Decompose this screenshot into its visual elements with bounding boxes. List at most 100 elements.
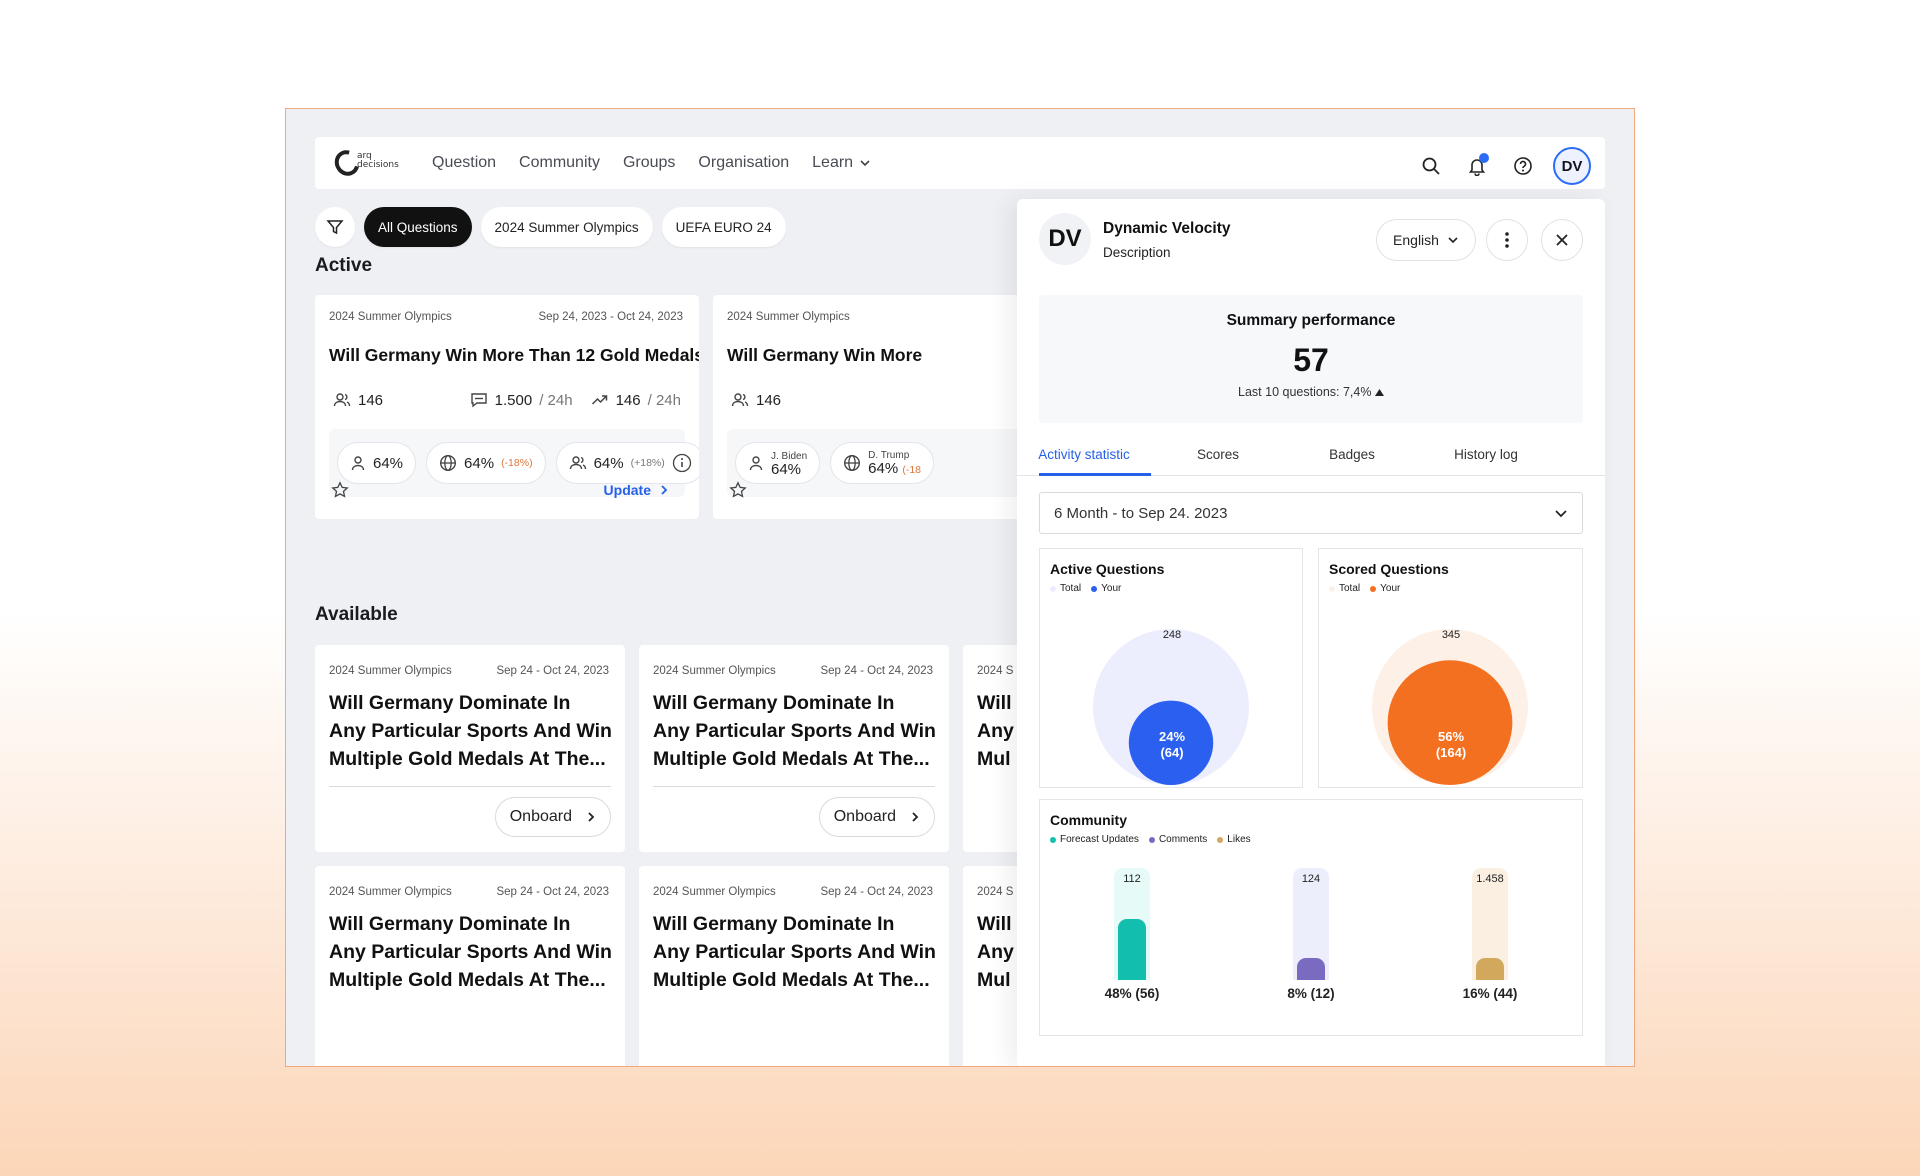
title-line: Will Germany Dominate In (329, 913, 571, 935)
onboard-label: Onboard (509, 808, 572, 825)
community-bar[interactable] (1297, 958, 1325, 980)
pill-value: 64% (593, 454, 624, 472)
prediction-pill-you[interactable]: 64% (337, 442, 417, 484)
onboard-button[interactable]: Onboard (818, 797, 935, 837)
community-bar[interactable] (1118, 919, 1146, 980)
nav-actions: DV (1415, 147, 1591, 185)
nav-links: Question Community Groups Organisation L… (432, 154, 871, 172)
user-avatar[interactable]: DV (1553, 147, 1591, 185)
legend-dot (1050, 585, 1056, 592)
community-card: Community Forecast Updates Comments Like… (1039, 799, 1583, 1036)
nav-link-question[interactable]: Question (432, 154, 496, 172)
prediction-pill-candidate[interactable]: D. Trump 64% (-18 (830, 442, 935, 484)
nav-link-learn[interactable]: Learn (812, 154, 871, 172)
nav-link-groups[interactable]: Groups (623, 154, 675, 172)
nav-link-community[interactable]: Community (519, 154, 600, 172)
card-category: 2024 S (977, 886, 1014, 898)
filter-chip-uefa-euro[interactable]: UEFA EURO 24 (661, 207, 786, 247)
card-title[interactable]: Will Germany Dominate In Any Particular S… (329, 689, 625, 773)
community-bar-label: 48% (56) (1104, 986, 1160, 1001)
panel-user-name: Dynamic Velocity (1103, 220, 1231, 237)
card-title[interactable]: Will Germany Dominate In Any Particular S… (653, 689, 949, 773)
language-value: English (1393, 232, 1439, 248)
community-bar[interactable] (1476, 958, 1504, 980)
divider (329, 786, 611, 787)
globe-icon (440, 454, 457, 472)
tab-history-log[interactable]: History log (1419, 439, 1553, 475)
title-line: Any Particular Sports And Win (653, 941, 936, 963)
title-line: Any Particular Sports And Win (653, 720, 936, 742)
notification-dot (1479, 153, 1489, 163)
available-question-card[interactable]: 2024 Summer Olympics Sep 24 - Oct 24, 202… (639, 645, 949, 852)
card-title[interactable]: Will Germany Dominate In Any Particular S… (329, 910, 625, 994)
tab-scores[interactable]: Scores (1151, 439, 1285, 475)
user-icon (749, 456, 763, 471)
star-icon[interactable] (729, 481, 747, 499)
card-dates: Sep 24 - Oct 24, 2023 (496, 886, 609, 898)
legend-forecast-updates: Forecast Updates (1050, 834, 1139, 845)
comment-icon (470, 393, 487, 408)
title-line: Multiple Gold Medals At The... (653, 748, 930, 770)
panel-tabs: Activity statistic Scores Badges History… (1017, 439, 1605, 476)
card-category: 2024 Summer Olympics (329, 665, 452, 677)
prediction-pill-candidate[interactable]: J. Biden 64% (735, 442, 821, 484)
tab-activity-statistic[interactable]: Activity statistic (1017, 439, 1151, 476)
update-label: Update (603, 482, 651, 498)
scored-questions-title: Scored Questions (1329, 561, 1449, 577)
more-options-button[interactable] (1486, 219, 1528, 261)
scored-questions-card: Scored Questions Total Your 345 56% (164) (1318, 548, 1583, 788)
legend-label: Comments (1158, 834, 1208, 845)
available-question-card[interactable]: 2024 Summer Olympics Sep 24 - Oct 24, 202… (315, 866, 625, 1066)
filter-button[interactable] (315, 207, 355, 247)
your-pct: 24% (1158, 729, 1186, 744)
legend-dot (1370, 585, 1377, 592)
community-bar-total: 1.458 (1476, 873, 1504, 885)
filter-chip-all-questions[interactable]: All Questions (364, 207, 472, 247)
legend-total: Total (1329, 583, 1360, 594)
title-line: Any Particular Sports And Win (329, 720, 612, 742)
onboard-button[interactable]: Onboard (494, 797, 611, 837)
prediction-pill-global[interactable]: 64% (-18%) (426, 442, 546, 484)
card-title[interactable]: Will Germany Win More Than 12 Gold Medal… (329, 345, 699, 366)
logo-text: arq decisions (357, 151, 399, 170)
section-title-available: Available (315, 604, 398, 625)
card-title[interactable]: Will Germany Dominate In Any Particular S… (653, 910, 949, 994)
legend-dot (1217, 836, 1224, 843)
chevron-right-icon (588, 812, 595, 822)
available-question-card[interactable]: 2024 Summer Olympics Sep 24 - Oct 24, 202… (315, 645, 625, 852)
community-bar-label: 8% (12) (1287, 986, 1335, 1001)
close-icon (1556, 234, 1568, 246)
close-button[interactable] (1541, 219, 1583, 261)
filter-chip-summer-olympics[interactable]: 2024 Summer Olympics (480, 207, 653, 247)
pill-value: 64% (464, 454, 495, 472)
bell-icon[interactable] (1461, 150, 1493, 182)
prediction-pill-community[interactable]: 64% (+18%) (555, 442, 699, 484)
title-line: Will Germany Dominate In (329, 692, 571, 714)
search-icon[interactable] (1415, 150, 1447, 182)
users-icon (333, 393, 351, 407)
active-questions-your-value: 24% (64) (1132, 729, 1212, 761)
profile-panel: DV Dynamic Velocity Description English … (1017, 199, 1605, 1066)
community-title: Community (1050, 812, 1127, 828)
legend-total: Total (1050, 583, 1081, 594)
available-question-card[interactable]: 2024 Summer Olympics Sep 24 - Oct 24, 202… (639, 866, 949, 1066)
active-question-card[interactable]: 2024 Summer Olympics Sep 24, 2023 - Oct 2… (315, 295, 699, 519)
language-select[interactable]: English (1376, 219, 1476, 261)
star-icon[interactable] (331, 481, 349, 499)
update-button[interactable]: Update (604, 482, 669, 498)
tab-badges[interactable]: Badges (1285, 439, 1419, 475)
card-meta: 2024 Summer Olympics (727, 311, 1017, 323)
nav-link-learn-label: Learn (812, 154, 854, 171)
card-meta: 2024 Summer Olympics Sep 24 - Oct 24, 202… (653, 886, 933, 898)
help-icon[interactable] (1507, 150, 1539, 182)
card-category: 2024 Summer Olympics (653, 886, 776, 898)
active-question-card[interactable]: 2024 Summer Olympics Will Germany Win Mo… (713, 295, 1033, 519)
nav-link-organisation[interactable]: Organisation (698, 154, 789, 172)
logo[interactable]: arq decisions (330, 145, 399, 181)
card-title[interactable]: Will Germany Win More (727, 345, 922, 366)
info-icon[interactable] (672, 453, 692, 473)
summary-title: Summary performance (1226, 312, 1396, 329)
date-range-select[interactable]: 6 Month - to Sep 24. 2023 (1039, 492, 1583, 534)
filter-icon (326, 220, 344, 235)
legend-dot (1091, 585, 1098, 592)
